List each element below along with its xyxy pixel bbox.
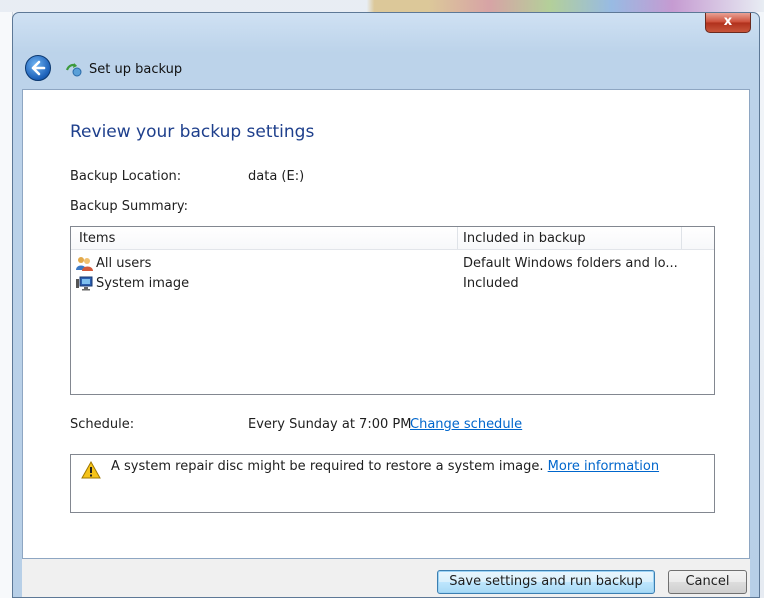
column-header-included[interactable]: Included in backup xyxy=(463,231,586,246)
back-button[interactable] xyxy=(25,55,51,81)
backup-summary-label: Backup Summary: xyxy=(70,199,189,214)
item-name: All users xyxy=(96,256,152,271)
system-image-icon xyxy=(76,276,93,291)
column-separator xyxy=(457,227,458,249)
column-separator xyxy=(681,227,682,249)
change-schedule-link[interactable]: Change schedule xyxy=(410,417,522,432)
window-header: Set up backup xyxy=(13,49,759,87)
content-panel: Review your backup settings Backup Locat… xyxy=(22,89,750,559)
close-button[interactable]: x xyxy=(705,13,751,33)
item-included: Default Windows folders and lo... xyxy=(463,256,678,271)
list-item[interactable]: System image Included xyxy=(71,274,714,294)
backup-icon xyxy=(65,63,82,77)
column-header-items[interactable]: Items xyxy=(79,231,115,246)
backup-location-label: Backup Location: xyxy=(70,169,182,184)
item-included: Included xyxy=(463,276,519,291)
warning-icon xyxy=(81,461,101,479)
item-name: System image xyxy=(96,276,190,291)
back-arrow-icon xyxy=(31,60,46,76)
cancel-button[interactable]: Cancel xyxy=(668,570,747,594)
setup-backup-window: x Set up backup Review your backup setti… xyxy=(12,12,760,598)
window-title: Set up backup xyxy=(89,62,183,77)
schedule-label: Schedule: xyxy=(70,417,135,432)
backup-location-value: data (E:) xyxy=(248,169,305,184)
more-information-link[interactable]: More information xyxy=(548,459,659,474)
warning-message: A system repair disc might be required t… xyxy=(111,459,659,474)
background-ribbon-strip xyxy=(0,0,764,12)
backup-summary-list[interactable]: Items Included in backup All users Defau… xyxy=(70,226,715,395)
users-icon xyxy=(76,257,93,271)
save-and-run-button[interactable]: Save settings and run backup xyxy=(437,570,655,594)
schedule-value: Every Sunday at 7:00 PM xyxy=(248,417,412,432)
warning-box: A system repair disc might be required t… xyxy=(70,454,715,513)
warning-text: A system repair disc might be required t… xyxy=(111,459,544,474)
dialog-footer: Save settings and run backup Cancel xyxy=(22,559,750,597)
list-header: Items Included in backup xyxy=(71,227,714,250)
page-heading: Review your backup settings xyxy=(70,122,315,142)
list-item[interactable]: All users Default Windows folders and lo… xyxy=(71,254,714,274)
